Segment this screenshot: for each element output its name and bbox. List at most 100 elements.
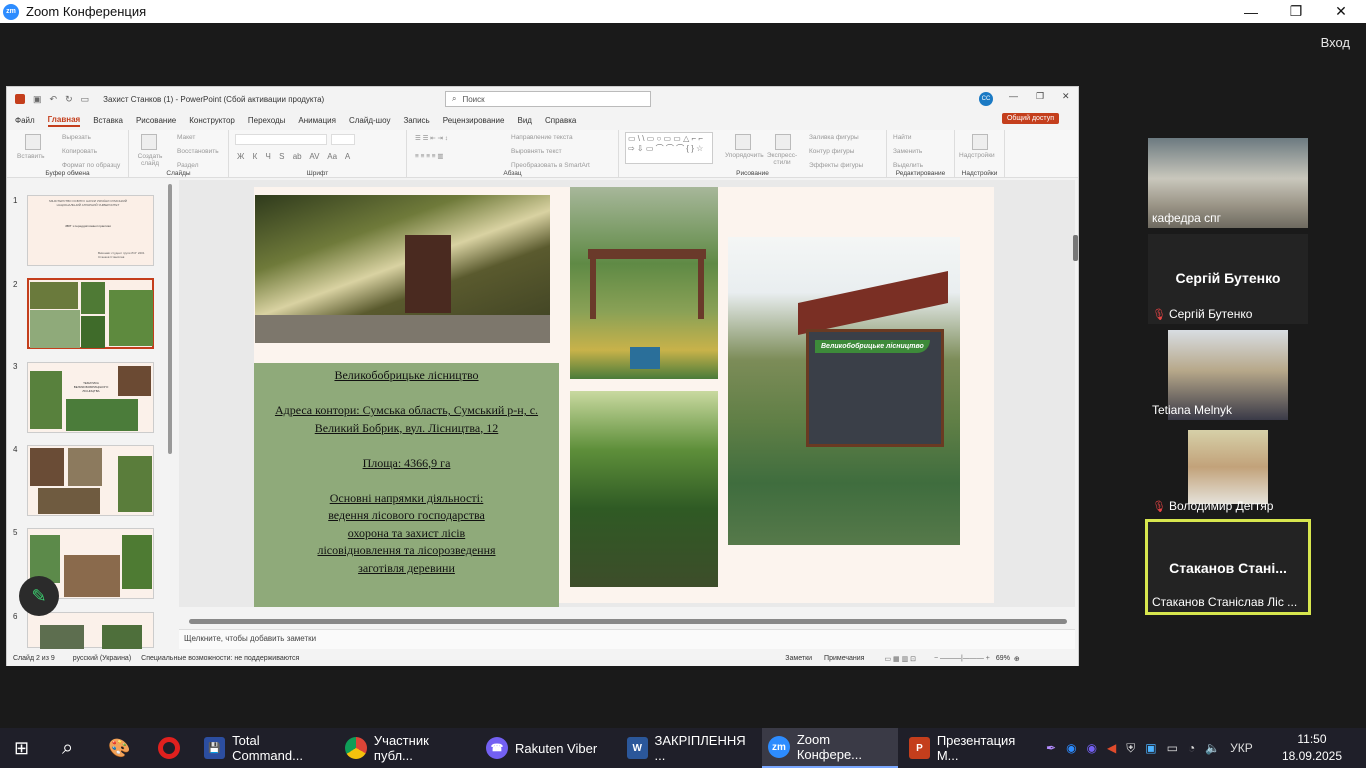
slide-thumbnail-2[interactable]: [27, 278, 154, 349]
tab-file[interactable]: Файл: [15, 116, 35, 125]
pp-search-box[interactable]: ⌕ Поиск: [445, 91, 651, 107]
smartart-button[interactable]: Преобразовать в SmartArt: [511, 162, 590, 169]
copy-button[interactable]: Копировать: [62, 148, 97, 155]
slide-thumbnail-4[interactable]: [27, 445, 154, 516]
font-family-select[interactable]: [235, 134, 327, 145]
tab-view[interactable]: Вид: [517, 116, 531, 125]
viber-tray-icon[interactable]: ◉: [1087, 741, 1097, 755]
clock[interactable]: 11:50 18.09.2025: [1282, 731, 1342, 765]
bold-button[interactable]: Ж: [237, 152, 244, 161]
pp-restore-button[interactable]: ❐: [1036, 91, 1044, 102]
notes-pane[interactable]: Щелкните, чтобы добавить заметки: [179, 629, 1075, 649]
addins-button[interactable]: Надстройки: [959, 152, 995, 159]
participant-tile-video[interactable]: кафедра спг: [1148, 138, 1308, 228]
wifi-icon[interactable]: ◔: [1188, 741, 1195, 755]
tab-draw[interactable]: Рисование: [136, 116, 176, 125]
zoom-tray-icon[interactable]: ◉: [1066, 741, 1076, 755]
select-button[interactable]: Выделить: [893, 162, 923, 169]
comments-toggle[interactable]: Примечания: [824, 655, 864, 662]
tab-design[interactable]: Конструктор: [189, 116, 235, 125]
user-avatar[interactable]: CC: [979, 92, 993, 106]
login-button[interactable]: Вход: [1321, 35, 1350, 50]
find-button[interactable]: Найти: [893, 134, 912, 141]
accessibility-status[interactable]: Специальные возможности: не поддерживают…: [141, 655, 299, 662]
font-size-select[interactable]: [331, 134, 355, 145]
pen-tray-icon[interactable]: ✒: [1046, 741, 1056, 755]
list-icons[interactable]: ☰ ☰ ⇤ ⇥ ↕: [415, 134, 448, 142]
present-icon[interactable]: ▭: [81, 94, 90, 105]
case-button[interactable]: Aa: [327, 152, 337, 161]
fit-slide-icon[interactable]: ⊕: [1014, 655, 1020, 663]
pp-minimize-button[interactable]: —: [1009, 91, 1018, 101]
undo-icon[interactable]: ↶: [50, 94, 58, 105]
editor-scrollbar[interactable]: [1073, 235, 1078, 261]
minimize-button[interactable]: —: [1228, 0, 1274, 23]
arboretum-gate-photo[interactable]: [570, 187, 718, 379]
forestry-sign-photo[interactable]: Великобобрицьке лісництво: [728, 237, 960, 545]
cut-button[interactable]: Вырезать: [62, 134, 91, 141]
italic-button[interactable]: К: [253, 152, 258, 161]
shadow-button[interactable]: S: [279, 152, 284, 161]
search-icon[interactable]: ⌕: [62, 728, 73, 768]
participant-tile-video[interactable]: Tetiana Melnyk: [1148, 330, 1308, 420]
reset-button[interactable]: Восстановить: [177, 148, 219, 155]
tab-transitions[interactable]: Переходы: [248, 116, 286, 125]
slide-thumbnail-3[interactable]: ТЕМАТИКА ВЕЛИКОБОБРИЦЬКОГО ЛІСНИЦТВА: [27, 362, 154, 433]
format-painter-button[interactable]: Формат по образцу: [62, 162, 120, 169]
thumbnails-scrollbar[interactable]: [168, 184, 172, 454]
font-color-button[interactable]: A: [345, 152, 350, 161]
shape-fill-button[interactable]: Заливка фигуры: [809, 134, 859, 141]
speaker-tray-icon[interactable]: ◀: [1107, 741, 1116, 755]
redo-icon[interactable]: ↻: [65, 94, 73, 105]
participant-tile-video[interactable]: 🎙 Володимир Дегтяр: [1148, 426, 1308, 516]
language-status[interactable]: русский (Украина): [73, 655, 131, 662]
section-button[interactable]: Раздел: [177, 162, 198, 169]
font-format-buttons[interactable]: Ж К Ч S ab AV Aa A: [237, 152, 350, 161]
zoom-slider[interactable]: − ———|——— +: [934, 655, 990, 662]
taskbar-app-powerpoint[interactable]: P Презентация М...: [903, 728, 1035, 768]
paint-icon[interactable]: 🎨: [108, 728, 130, 768]
security-tray-icon[interactable]: ⛨: [1126, 741, 1135, 756]
tab-animation[interactable]: Анимация: [298, 116, 336, 125]
annotate-pen-button[interactable]: ✎: [19, 576, 59, 616]
tab-home[interactable]: Главная: [47, 115, 81, 127]
active-speaker-tile[interactable]: Стаканов Стані... Стаканов Станіслав Ліс…: [1145, 519, 1311, 615]
taskbar-app-chrome[interactable]: Участник публ...: [339, 728, 471, 768]
display-tray-icon[interactable]: ▣: [1145, 741, 1156, 755]
forest-trail-photo[interactable]: [570, 391, 718, 587]
slide-thumbnail-6[interactable]: [27, 612, 154, 649]
participant-tile[interactable]: Сергій Бутенко 🎙 Сергій Бутенко: [1148, 234, 1308, 324]
taskbar-app-viber[interactable]: ☎ Rakuten Viber: [480, 728, 612, 768]
forestry-info-textbox[interactable]: Великобобрицьке лісництво Адреса контори…: [254, 363, 559, 607]
tab-record[interactable]: Запись: [403, 116, 429, 125]
slide-canvas[interactable]: Великобобрицьке лісництво Адреса контори…: [254, 187, 994, 607]
share-button[interactable]: Общий доступ: [1001, 113, 1059, 124]
taskbar-app-total-commander[interactable]: 💾 Total Command...: [198, 728, 330, 768]
shapes-gallery[interactable]: ▭ \ \ ▭ ○ ▭ ▭ △ ⌐ ⌐ ⇨ ⇩ ▭ ⌒ ⌒ ⌒ { } ☆: [625, 132, 713, 164]
strike-button[interactable]: ab: [293, 152, 302, 161]
arrange-button[interactable]: Упорядочить: [725, 152, 764, 159]
editor-hscrollbar[interactable]: [189, 619, 1067, 624]
underline-button[interactable]: Ч: [266, 152, 271, 161]
tab-review[interactable]: Рецензирование: [443, 116, 505, 125]
align-icons[interactable]: ≡ ≡ ≡ ≡ ▥: [415, 152, 444, 160]
replace-button[interactable]: Заменить: [893, 148, 922, 155]
paste-button[interactable]: Вставить: [17, 153, 45, 160]
text-direction-button[interactable]: Направление текста: [511, 134, 573, 141]
windows-start-icon[interactable]: ⊞: [14, 728, 29, 768]
notes-toggle[interactable]: Заметки: [785, 655, 812, 662]
tab-slideshow[interactable]: Слайд-шоу: [349, 116, 390, 125]
language-indicator[interactable]: УКР: [1230, 741, 1253, 755]
save-icon[interactable]: ▣: [33, 94, 42, 105]
slide-thumbnail-1[interactable]: МІНІСТЕРСТВО ОСВІТИ І НАУКИ УКРАЇНИ СУМС…: [27, 195, 154, 266]
tab-help[interactable]: Справка: [545, 116, 576, 125]
view-buttons[interactable]: ▭ ▦ ▥ ⊡: [884, 655, 916, 663]
restore-button[interactable]: ❐: [1273, 0, 1319, 23]
spacing-button[interactable]: AV: [309, 152, 319, 161]
taskbar-app-word[interactable]: W ЗАКРІПЛЕННЯ ...: [621, 728, 753, 768]
shape-outline-button[interactable]: Контур фигуры: [809, 148, 854, 155]
shape-effects-button[interactable]: Эффекты фигуры: [809, 162, 863, 169]
zoom-level[interactable]: 69%: [996, 655, 1010, 662]
new-slide-button[interactable]: Создать слайд: [135, 153, 165, 167]
network-tray-icon[interactable]: ▭: [1167, 741, 1178, 755]
